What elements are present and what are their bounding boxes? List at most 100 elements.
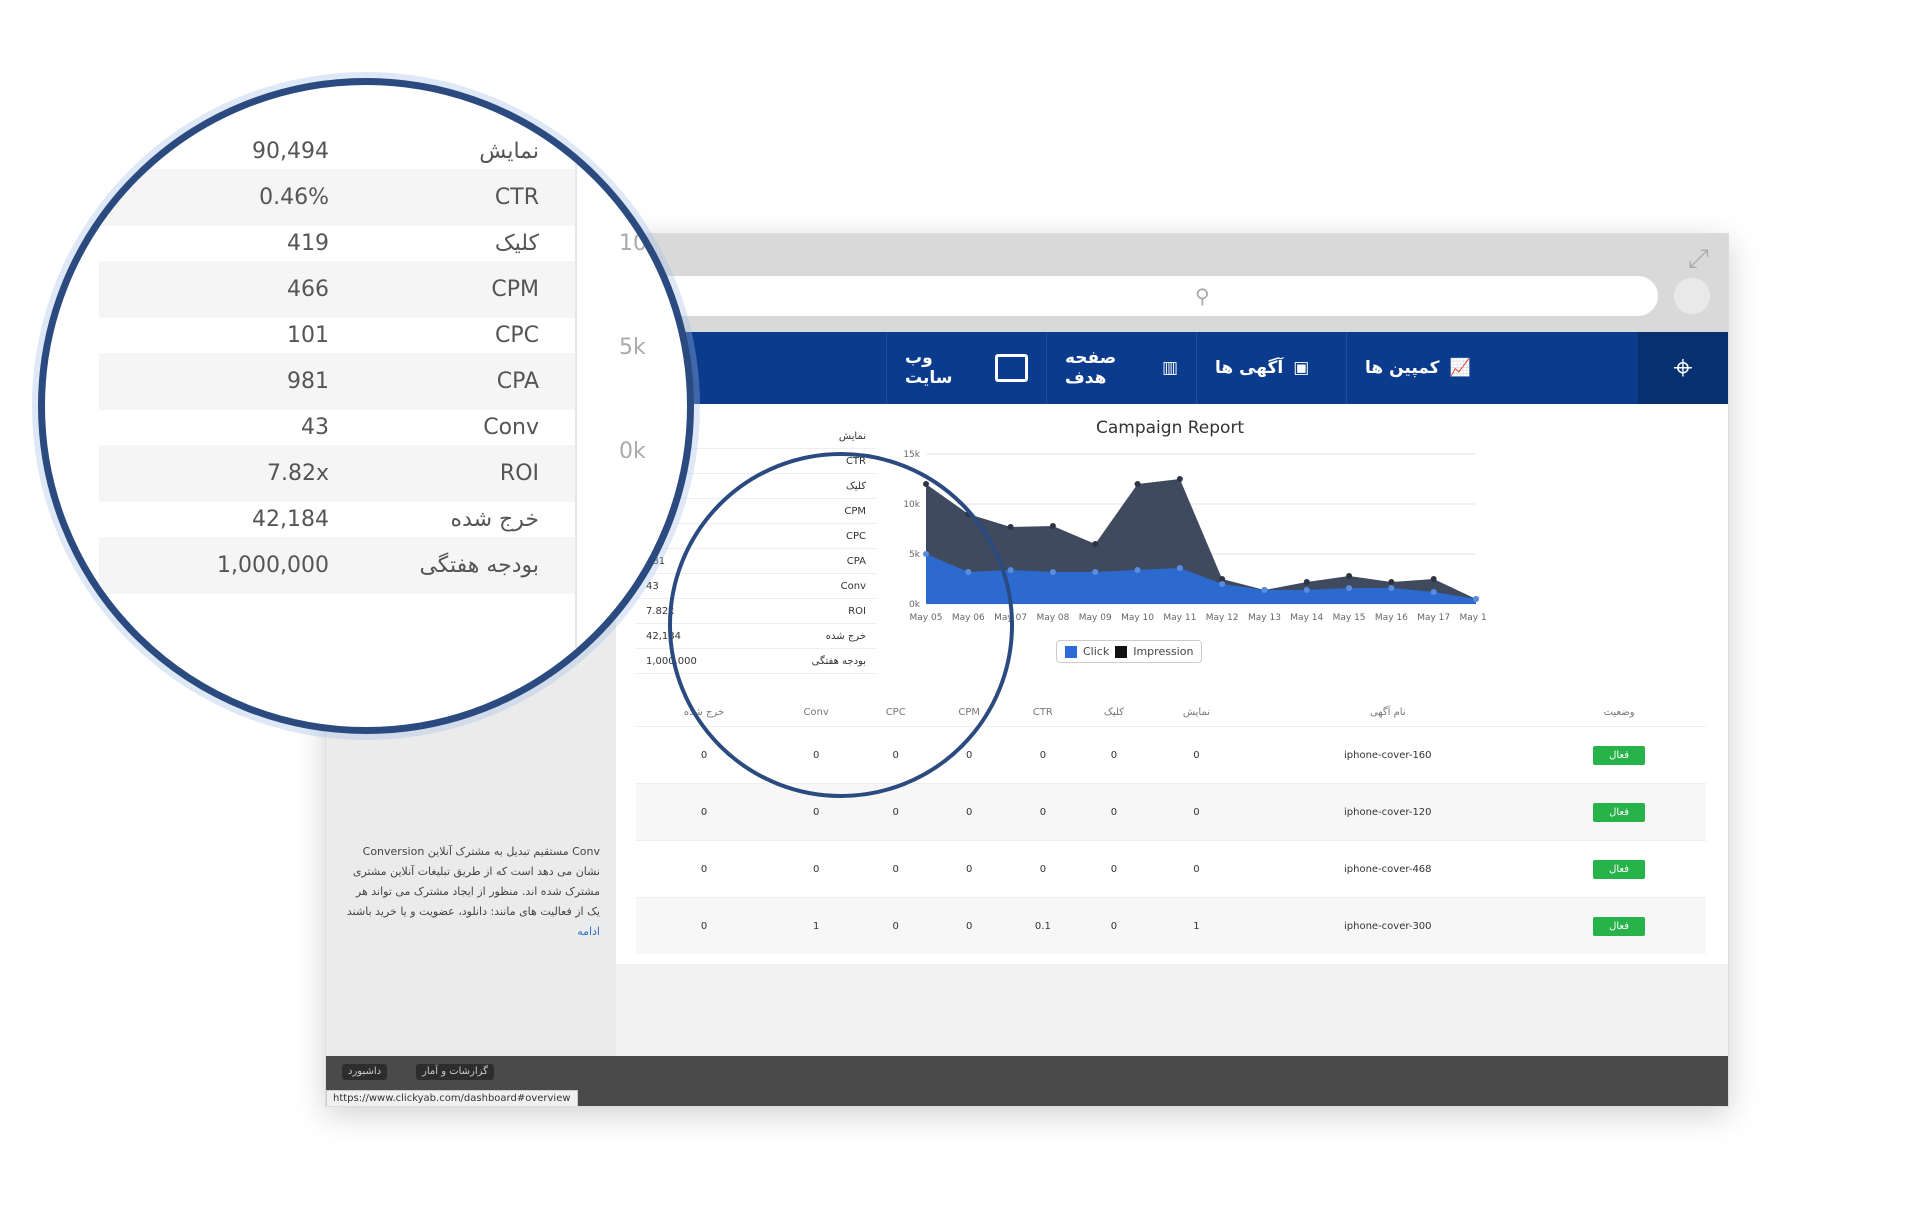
table-cell: 0 [636,897,773,954]
stat-label: CTR [494,185,539,210]
line-chart-icon: 📈 [1449,358,1471,378]
status-badge[interactable]: فعال [1593,859,1646,879]
table-cell: 0.1 [1007,897,1079,954]
table-cell: 0 [1078,840,1150,898]
bottom-tab-reports[interactable]: گزارشات و آمار [416,1064,494,1080]
nav-item-ads[interactable]: آگهی ها ▣ [1196,332,1346,404]
table-cell: 0 [931,840,1008,898]
data-point[interactable] [1007,567,1014,573]
stat-value: 0.46% [259,185,329,210]
x-tick-label: May 08 [1036,613,1069,623]
ad-name-cell: iphone-cover-300 [1243,897,1533,954]
stat-value: 101 [287,323,329,348]
axis-label-0k: 0k [619,439,646,464]
x-tick-label: May 09 [1079,613,1112,623]
expand-icon[interactable]: ⤢ [1688,244,1709,275]
nav-item-campaigns[interactable]: کمپین ها 📈 [1346,332,1506,404]
column-header[interactable]: کلیک [1078,698,1149,727]
data-point[interactable] [1473,596,1479,602]
stat-value: 43 [301,415,329,440]
table-cell: 0 [636,840,773,898]
data-point[interactable] [1430,589,1437,595]
nav-item-label: آگهی ها [1215,358,1284,378]
legend-swatch-click [1065,645,1077,658]
data-point[interactable] [1134,567,1141,573]
read-more-link[interactable]: ادامه [577,925,600,938]
data-point[interactable] [1303,579,1310,585]
x-tick-label: May 14 [1290,613,1323,623]
data-point[interactable] [1346,573,1353,579]
legend-label-impression[interactable]: Impression [1133,645,1193,658]
app-logo[interactable]: ⌖ [1638,332,1728,404]
browser-window-icon [994,354,1028,382]
status-badge[interactable]: فعال [1593,745,1646,765]
nav-item-label: صفحه هدف [1065,348,1117,388]
status-badge[interactable]: فعال [1593,916,1646,936]
settings-icon[interactable] [1674,278,1710,314]
stat-value: 466 [287,277,329,302]
stat-label: CPA [496,369,539,394]
table-cell: 0 [860,897,932,954]
status-badge[interactable]: فعال [1593,802,1646,822]
data-point[interactable] [1176,565,1183,571]
table-cell: 0 [931,897,1008,954]
column-header[interactable]: وضعیت [1532,698,1706,727]
magnified-stats: 10k 5k 0k 90,494 نمایش 0.46% CTR 419 کلیک 466 C… [71,111,687,711]
table-row[interactable]: 0 1 0 0 0.1 0 1 iphone-cover-300 فعال [636,897,1706,954]
y-tick-label: 15k [903,450,920,460]
data-point[interactable] [1388,579,1395,585]
mini-stat-label: نمایش [838,430,866,442]
table-cell: 0 [1007,726,1079,784]
legend-label-click[interactable]: Click [1083,645,1109,658]
ad-name-cell: iphone-cover-468 [1243,840,1533,898]
stat-label: ROI [499,461,539,486]
x-tick-label: May 12 [1206,613,1239,623]
stat-label: Conv [483,415,539,440]
axis-label-5k: 5k [619,335,646,360]
data-point[interactable] [1430,576,1437,582]
table-cell: 0 [772,840,861,898]
data-point[interactable] [1303,587,1310,593]
nav-item-label: وب سایت [905,348,953,388]
table-cell: 1 [772,897,861,954]
nav-item-website[interactable]: وب سایت [886,332,1046,404]
search-input[interactable] [1225,282,1649,312]
table-cell: 0 [1007,783,1079,841]
stat-value: 7.82x [266,461,329,486]
image-icon: ▣ [1293,358,1310,378]
sidebar-description: Conv مستقیم تبدیل به مشترک آنلاین Conver… [340,842,600,942]
column-header[interactable]: CTR [1007,698,1078,727]
table-cell: 0 [1078,726,1150,784]
table-row[interactable]: 0 0 0 0 0 0 0 iphone-cover-468 فعال [636,840,1706,898]
axis-label-10k: 10k [619,231,660,256]
data-point[interactable] [1049,569,1056,575]
browser-search-box[interactable]: ⚲ [1181,276,1658,316]
stat-value: 419 [287,231,329,256]
data-point[interactable] [1176,476,1183,482]
data-point[interactable] [1261,587,1268,593]
data-point[interactable] [1049,523,1056,529]
stat-value: 42,184 [252,507,329,532]
stat-value: 1,000,000 [217,553,329,578]
x-tick-label: May 15 [1333,613,1366,623]
data-point[interactable] [1007,524,1014,530]
data-point[interactable] [1092,541,1099,547]
data-point[interactable] [1219,581,1226,587]
data-point[interactable] [1092,569,1099,575]
bottom-tab-dashboard[interactable]: داشبورد [342,1064,388,1080]
data-point[interactable] [1388,585,1395,591]
sidebar-text: Conv مستقیم تبدیل به مشترک آنلاین Conver… [346,845,600,918]
stat-value: 90,494 [252,139,329,164]
x-tick-label: May 17 [1417,613,1450,623]
nav-item-landing-page[interactable]: صفحه هدف ▥ [1046,332,1196,404]
x-tick-label: May 18 [1460,613,1486,623]
x-tick-label: May 11 [1163,613,1196,623]
data-point[interactable] [1346,585,1353,591]
column-header[interactable]: نمایش [1149,698,1243,727]
ad-name-cell: iphone-cover-160 [1243,726,1533,784]
column-header[interactable]: نام آگهی [1243,698,1532,727]
stat-label: نمایش [479,139,539,164]
status-cell: فعال [1532,726,1706,784]
data-point[interactable] [1134,481,1141,487]
search-pin-icon: ⌖ [1673,348,1693,388]
